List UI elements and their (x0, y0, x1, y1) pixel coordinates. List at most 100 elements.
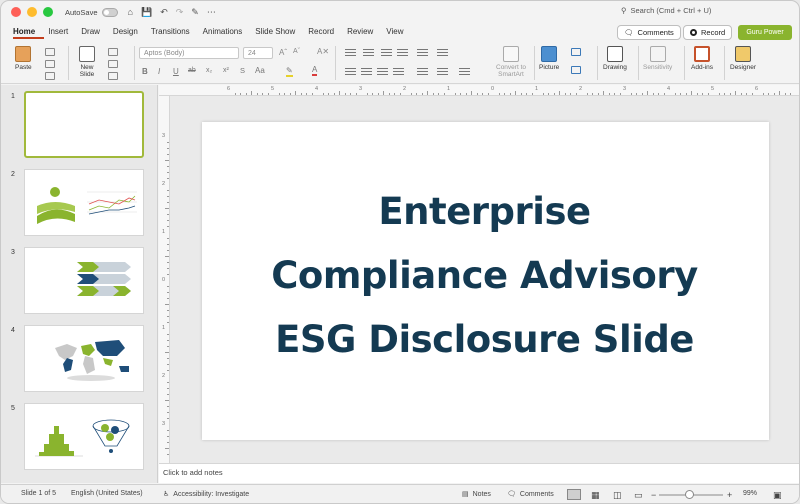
zoom-level[interactable]: 99% (743, 490, 757, 497)
shadow-button[interactable]: S (240, 66, 245, 75)
tab-record[interactable]: Record (308, 25, 343, 39)
normal-view-icon[interactable] (567, 489, 581, 500)
tab-slide-show[interactable]: Slide Show (255, 25, 304, 39)
save-icon[interactable]: 💾 (141, 7, 152, 18)
fit-to-window-icon[interactable]: ▣ (773, 490, 782, 501)
addins-button[interactable]: Add-ins (691, 46, 713, 71)
copy-icon[interactable] (45, 60, 55, 68)
addins-label: Add-ins (691, 64, 714, 71)
comments-status-button[interactable]: 🗨 Comments (507, 490, 554, 499)
ribbon-divider (597, 46, 598, 80)
section-icon[interactable] (108, 72, 118, 80)
sensitivity-button[interactable]: Sensitivity (643, 46, 672, 71)
notes-pane[interactable]: Click to add notes (159, 463, 799, 483)
columns-icon[interactable] (417, 49, 428, 57)
tab-home[interactable]: Home (13, 25, 45, 39)
ruler-tick (531, 93, 533, 95)
tab-animations[interactable]: Animations (203, 25, 252, 39)
record-button[interactable]: Record (683, 25, 733, 40)
text-direction-icon[interactable] (437, 49, 448, 57)
tab-design[interactable]: Design (113, 25, 147, 39)
drawing-button[interactable]: Drawing (603, 46, 627, 71)
font-color-button[interactable]: A (312, 65, 318, 76)
notes-button[interactable]: ▤ Notes (462, 490, 491, 499)
shapes-icon[interactable] (571, 48, 581, 56)
slide-thumbnail-5[interactable] (24, 403, 144, 470)
slide-title[interactable]: Enterprise Compliance Advisory ESG Discl… (242, 180, 727, 372)
tab-transitions[interactable]: Transitions (151, 25, 199, 39)
guru-power-button[interactable]: Guru Power (738, 25, 792, 40)
convert-smartart-button[interactable]: Convert to SmartArt (491, 46, 531, 78)
edit-icon[interactable]: ✎ (191, 7, 199, 18)
title-line-2: Compliance Advisory (271, 254, 698, 297)
bold-button[interactable]: B (142, 67, 148, 76)
zoom-out-icon[interactable]: − (651, 490, 656, 500)
align-left-icon[interactable] (345, 68, 356, 76)
line-spacing-icon[interactable] (417, 68, 428, 76)
more-icon[interactable]: ⋯ (207, 7, 216, 18)
map-region (83, 356, 95, 374)
zoom-window-button[interactable] (43, 7, 53, 17)
font-size-dropdown[interactable]: 24 (243, 47, 273, 59)
highlight-icon[interactable]: ✎ (286, 66, 293, 77)
close-window-button[interactable] (11, 7, 21, 17)
ruler-tick (306, 93, 307, 95)
numbering-icon[interactable] (363, 49, 374, 57)
underline-button[interactable]: U (173, 67, 179, 76)
zoom-in-icon[interactable]: + (727, 490, 732, 500)
increase-font-icon[interactable]: Aˆ (279, 48, 287, 57)
justify-icon[interactable] (393, 68, 404, 76)
current-slide[interactable]: Enterprise Compliance Advisory ESG Discl… (202, 122, 769, 440)
undo-icon[interactable]: ↶ (160, 7, 168, 18)
search-box[interactable]: ⚲ Search (Cmd + Ctrl + U) (621, 6, 711, 15)
tab-insert[interactable]: Insert (48, 25, 77, 39)
language-indicator[interactable]: English (United States) (71, 490, 143, 497)
decrease-font-icon[interactable]: Aˇ (293, 48, 300, 55)
accessibility-button[interactable]: ♿ Accessibility: Investigate (163, 490, 249, 499)
slideshow-view-icon[interactable]: ▭ (634, 490, 643, 501)
increase-indent-icon[interactable] (397, 49, 408, 57)
redo-icon[interactable]: ↷ (176, 7, 184, 18)
align-text-icon[interactable] (437, 68, 448, 76)
picture-button[interactable]: Picture (539, 46, 559, 71)
ruler-tick (167, 346, 169, 347)
reset-icon[interactable] (108, 60, 118, 68)
clear-format-icon[interactable]: A✕ (317, 47, 329, 56)
tab-view[interactable]: View (386, 25, 412, 39)
convert-smartart-label-1: Convert to (496, 64, 526, 71)
align-center-icon[interactable] (361, 68, 372, 76)
tab-draw[interactable]: Draw (81, 25, 109, 39)
reading-view-icon[interactable]: ◫ (613, 490, 622, 501)
zoom-slider-handle[interactable] (685, 490, 694, 499)
slide-thumbnail-1[interactable] (24, 91, 144, 158)
format-painter-icon[interactable] (45, 72, 55, 80)
textbox-icon[interactable] (571, 66, 581, 74)
search-placeholder: Search (Cmd + Ctrl + U) (630, 6, 712, 15)
smart-lookup-icon[interactable] (459, 68, 470, 76)
decrease-indent-icon[interactable] (381, 49, 392, 57)
slide-thumbnail-3[interactable] (24, 247, 144, 314)
paste-label: Paste (15, 64, 32, 71)
cut-icon[interactable] (45, 48, 55, 56)
superscript-button[interactable]: x² (223, 67, 229, 74)
font-name-dropdown[interactable]: Aptos (Body) (139, 47, 239, 59)
comments-button[interactable]: 🗨 Comments (617, 25, 681, 40)
subscript-button[interactable]: x₂ (206, 67, 212, 74)
layout-icon[interactable] (108, 48, 118, 56)
align-right-icon[interactable] (377, 68, 388, 76)
slide-sorter-icon[interactable]: ▦ (591, 490, 600, 501)
slide-thumbnail-2[interactable] (24, 169, 144, 236)
designer-button[interactable]: Designer (730, 46, 756, 71)
new-slide-button[interactable]: New Slide (79, 46, 95, 78)
tab-review[interactable]: Review (347, 25, 382, 39)
bullets-icon[interactable] (345, 49, 356, 57)
paste-button[interactable]: Paste (15, 46, 32, 71)
slide-thumbnail-4[interactable] (24, 325, 144, 392)
ribbon-divider (534, 46, 535, 80)
autosave-toggle[interactable] (101, 7, 118, 17)
italic-button[interactable]: I (158, 67, 160, 76)
change-case-button[interactable]: Aa (255, 66, 265, 75)
minimize-window-button[interactable] (27, 7, 37, 17)
strikethrough-button[interactable]: ab (188, 67, 196, 74)
home-icon[interactable]: ⌂ (128, 7, 133, 17)
